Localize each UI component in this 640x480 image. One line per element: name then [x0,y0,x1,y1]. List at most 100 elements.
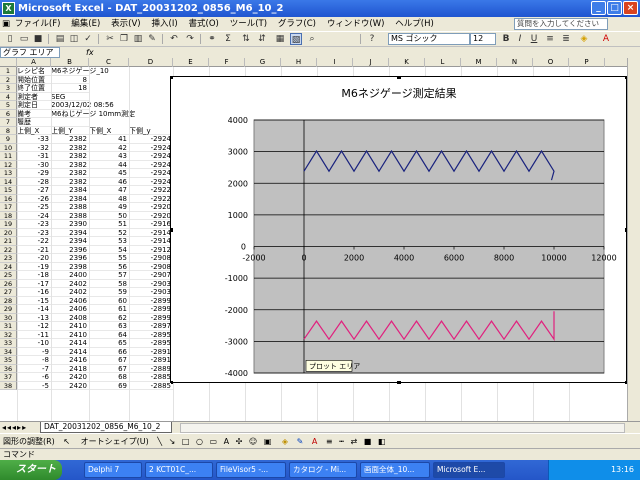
line-color-icon[interactable]: ✎ [297,437,304,446]
workbook-icon[interactable]: ▣ [0,17,10,31]
line-style-icon[interactable]: ≡ [326,437,333,446]
cell[interactable]: 45 [89,169,129,178]
maximize-button[interactable]: □ [607,1,622,15]
cell[interactable]: 66 [89,348,129,356]
cell[interactable]: -9 [17,348,51,356]
cell[interactable]: -2891 [129,356,173,365]
cell[interactable]: 54 [89,246,129,254]
format-painter-icon[interactable]: ✎ [146,33,158,45]
column-header-h[interactable]: H [281,58,317,67]
menu-chart[interactable]: グラフ(C) [274,17,320,31]
row-header[interactable]: 8 [0,126,17,135]
cell[interactable]: 2410 [51,331,89,339]
cell[interactable]: -12 [17,322,51,331]
cell[interactable]: 60 [89,297,129,305]
fx-icon[interactable]: fx [86,47,94,58]
cell[interactable]: -14 [17,305,51,314]
menu-format[interactable]: 書式(O) [185,17,223,31]
cell[interactable]: -20 [17,254,51,263]
column-header-e[interactable]: E [173,58,209,67]
dash-style-icon[interactable]: ┅ [339,437,344,446]
column-header-m[interactable]: M [461,58,497,67]
spell-icon[interactable]: ✓ [82,33,94,45]
cell[interactable]: 8 [51,76,89,84]
cell[interactable] [51,118,89,127]
cell[interactable]: 2420 [51,373,89,382]
chart-area[interactable]: M6ネジゲージ測定結果 -4000 -3000 -2000 -1000 0 1000 2000… [170,76,628,384]
row-header[interactable]: 16 [0,194,17,203]
font-name-select[interactable]: MS ゴシック [388,33,470,45]
row-header[interactable]: 22 [0,245,17,254]
cell[interactable]: -2903 [129,280,173,288]
cell[interactable]: -13 [17,314,51,322]
row-header[interactable]: 11 [0,152,17,161]
column-header-c[interactable]: C [89,58,129,67]
cell[interactable]: -2889 [129,365,173,373]
task-delphi[interactable]: Delphi 7 [84,462,142,478]
column-header-a[interactable]: A [17,58,51,67]
fill-color-icon[interactable]: ◈ [578,33,590,45]
menu-edit[interactable]: 編集(E) [67,17,104,31]
cell[interactable]: 46 [89,178,129,186]
cell[interactable]: 51 [89,220,129,229]
cell[interactable]: 69 [89,382,129,390]
cell[interactable]: 2396 [51,254,89,263]
menu-view[interactable]: 表示(V) [107,17,144,31]
cell[interactable]: 2382 [51,135,89,144]
paste-icon[interactable]: ▥ [132,33,144,45]
cell[interactable]: -2897 [129,322,173,331]
new-icon[interactable]: ▯ [4,33,16,45]
line-icon[interactable]: ╲ [157,437,162,446]
cell[interactable]: 2420 [51,382,89,390]
task-excel[interactable]: Microsoft E... [433,462,505,478]
cell[interactable]: 2390 [51,220,89,229]
column-header-p[interactable]: P [569,58,605,67]
row-header[interactable]: 13 [0,169,17,178]
cell[interactable]: 67 [89,356,129,365]
row-header[interactable]: 4 [0,92,17,101]
cell[interactable]: 2402 [51,280,89,288]
row-header[interactable]: 7 [0,118,17,127]
row-header[interactable]: 23 [0,254,17,263]
cell[interactable]: -2899 [129,305,173,314]
cell[interactable]: -23 [17,220,51,229]
row-header[interactable]: 32 [0,330,17,339]
fill-color-icon[interactable]: ◈ [282,437,288,446]
cell[interactable]: 2408 [51,314,89,322]
row-header[interactable]: 12 [0,160,17,169]
row-header[interactable]: 38 [0,381,17,390]
cell[interactable]: -26 [17,195,51,203]
row-header[interactable]: 3 [0,84,17,93]
task-filevisor[interactable]: FileVisor5 -... [216,462,286,478]
row-header[interactable]: 34 [0,347,17,356]
row-header[interactable]: 20 [0,228,17,237]
start-button[interactable]: スタート [0,460,62,480]
row-header[interactable]: 30 [0,313,17,322]
cell[interactable]: 2382 [51,178,89,186]
cell[interactable]: 2414 [51,348,89,356]
column-header-g[interactable]: G [245,58,281,67]
cell[interactable]: 62 [89,314,129,322]
cell[interactable]: -31 [17,152,51,161]
3d-icon[interactable]: ◧ [378,437,386,446]
autosum-icon[interactable]: Σ [222,33,234,45]
cell[interactable]: -2920 [129,212,173,220]
preview-icon[interactable]: ◫ [68,33,80,45]
row-header[interactable]: 35 [0,356,17,365]
cell[interactable]: -2924 [129,169,173,178]
row-header[interactable]: 37 [0,373,17,382]
diagram-icon[interactable]: ✣ [236,437,243,446]
cell[interactable]: -15 [17,297,51,305]
menu-tools[interactable]: ツール(T) [226,17,271,31]
redo-icon[interactable]: ↷ [184,33,196,45]
select-object-icon[interactable]: ↖ [63,437,70,446]
task-catalog[interactable]: カタログ - Mi... [289,462,357,478]
cell[interactable]: 43 [89,152,129,161]
cell[interactable]: 2406 [51,297,89,305]
cell[interactable]: 55 [89,254,129,263]
cell[interactable]: 開始位置 [17,76,51,84]
cell[interactable]: 備考 [17,110,51,118]
cell[interactable]: -21 [17,246,51,254]
cell[interactable]: -2924 [129,135,173,144]
cell[interactable]: -5 [17,382,51,390]
